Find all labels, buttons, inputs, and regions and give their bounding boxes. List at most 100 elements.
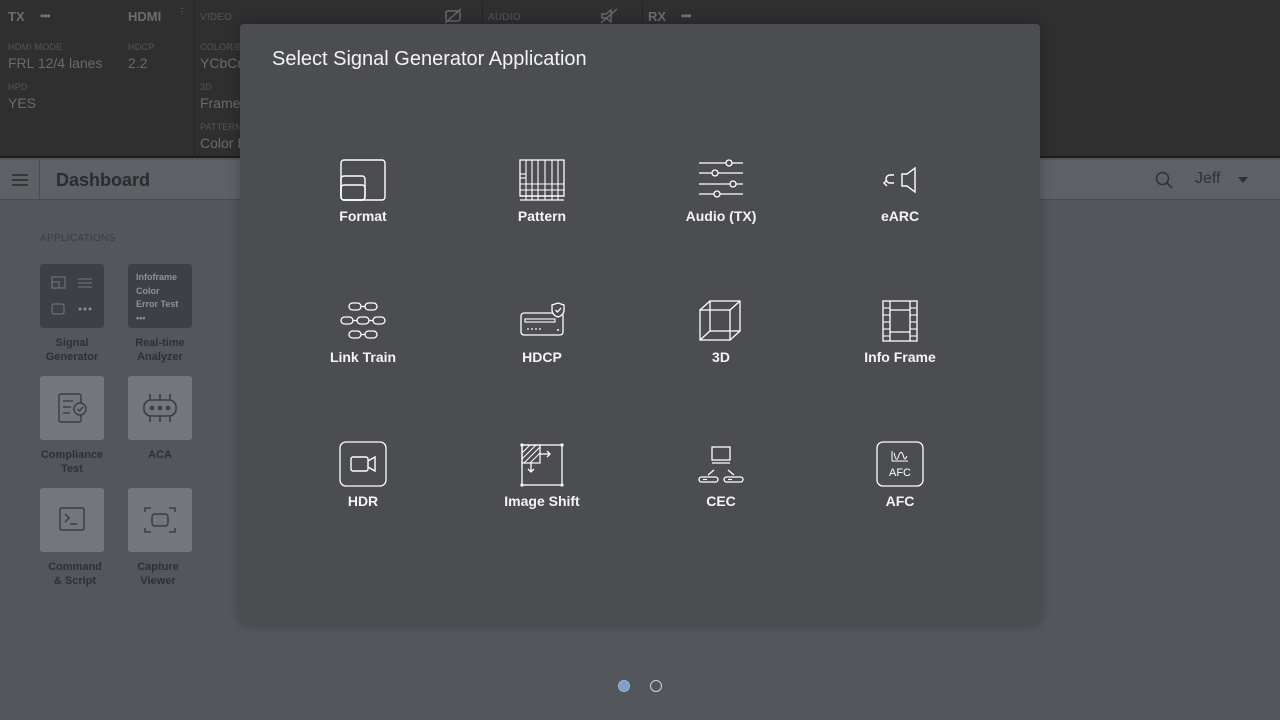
tx-title: TX <box>8 9 25 24</box>
app-label: Link Train <box>329 349 397 365</box>
video-off-icon[interactable] <box>444 8 462 24</box>
app-earc-button[interactable]: eARC <box>825 158 975 224</box>
afc-icon-text: AFC <box>889 467 911 479</box>
camera-icon <box>339 441 387 487</box>
rx-title: RX <box>648 9 667 24</box>
audio-mute-icon[interactable] <box>600 8 618 24</box>
video-title: VIDEO <box>200 12 233 23</box>
terminal-icon <box>59 507 85 531</box>
app-cec-button[interactable]: CEC <box>646 441 796 509</box>
app-pattern-button[interactable]: Pattern <box>467 158 617 224</box>
app-format-button[interactable]: Format <box>288 158 438 224</box>
tile-line: Color <box>136 285 160 296</box>
signal-generator-icon <box>51 276 92 315</box>
applications-section-label: APPLICATIONS <box>40 233 116 244</box>
hdcp-label: HDCP <box>128 42 155 52</box>
command-script-caption: Command & Script <box>30 560 120 588</box>
three-d-value: Frame <box>200 95 241 111</box>
hdcp-shield-icon <box>520 302 565 336</box>
command-script-tile[interactable] <box>40 488 104 552</box>
tile-caption-line: Capture <box>137 561 179 573</box>
tile-caption-line: Test <box>61 463 83 475</box>
app-label: CEC <box>706 493 736 509</box>
aca-caption: ACA <box>115 448 205 462</box>
realtime-analyzer-tile[interactable]: Infoframe Color Error Test ••• <box>128 264 192 328</box>
chevron-down-icon[interactable] <box>1238 177 1248 183</box>
image-shift-icon <box>520 443 564 487</box>
tile-caption-line: Generator <box>45 351 99 363</box>
tile-line: Infoframe <box>136 272 178 282</box>
app-label: Info Frame <box>864 349 936 365</box>
hamburger-icon <box>11 174 28 186</box>
format-icon <box>340 159 386 201</box>
tile-line: ••• <box>136 312 146 323</box>
audio-title: AUDIO <box>488 12 521 23</box>
capture-icon <box>144 507 176 533</box>
tile-caption-line: & Script <box>53 575 97 587</box>
compliance-test-tile[interactable] <box>40 376 104 440</box>
hamburger-menu-button[interactable] <box>0 160 40 200</box>
chip-icon <box>143 394 177 422</box>
audio-sliders-icon <box>699 159 743 198</box>
color-label: COLOR/B <box>200 42 242 52</box>
app-label: Format <box>339 208 387 224</box>
divider <box>194 0 195 158</box>
afc-icon: AFC <box>876 441 924 487</box>
hdmi-title: HDMI <box>128 9 162 24</box>
tile-caption-line: Analyzer <box>137 351 183 363</box>
tile-caption-line: Viewer <box>140 575 176 587</box>
app-image-shift-button[interactable]: Image Shift <box>467 441 617 509</box>
user-menu[interactable]: Jeff <box>1195 170 1221 188</box>
tile-line: Error Test <box>136 299 179 309</box>
cec-network-icon <box>698 446 744 483</box>
app-afc-button[interactable]: AFC AFC <box>825 441 975 509</box>
realtime-analyzer-caption: Real-time Analyzer <box>115 336 205 364</box>
search-icon[interactable] <box>1154 170 1174 190</box>
app-label: Image Shift <box>504 493 580 509</box>
app-link-train-button[interactable]: Link Train <box>288 299 438 365</box>
signal-generator-tile[interactable] <box>40 264 104 328</box>
earc-speaker-icon <box>883 166 916 194</box>
app-label: AFC <box>885 493 915 509</box>
color-value: YCbCr <box>200 55 243 71</box>
app-label: 3D <box>712 349 730 365</box>
tile-caption-line: ACA <box>148 449 172 461</box>
app-info-frame-button[interactable]: Info Frame <box>825 299 975 365</box>
app-label: HDCP <box>522 349 562 365</box>
tile-caption-line: Compliance <box>40 449 104 461</box>
capture-viewer-caption: Capture Viewer <box>113 560 203 588</box>
compliance-test-caption: Compliance Test <box>27 448 117 476</box>
hdmi-mode-value: FRL 12/4 lanes <box>8 55 103 71</box>
tx-more-button[interactable]: ••• <box>40 9 51 23</box>
rx-more-button[interactable]: ••• <box>681 9 692 23</box>
tile-caption-line: Real-time <box>135 337 185 349</box>
hdcp-value: 2.2 <box>128 55 148 71</box>
pattern-label: PATTERN <box>200 122 243 132</box>
hdmi-more-button[interactable]: ⋮ <box>178 8 186 16</box>
select-application-dialog: Select Signal Generator Application Form… <box>240 24 1040 624</box>
cube-icon <box>699 300 741 341</box>
app-label: HDR <box>347 493 379 509</box>
pattern-icon <box>519 159 565 201</box>
tile-caption-line: Command <box>48 561 102 573</box>
tile-preview-text: Infoframe Color Error Test ••• <box>136 271 178 325</box>
app-label: eARC <box>880 208 920 224</box>
hpd-label: HPD <box>8 82 28 92</box>
page-indicator-1[interactable] <box>618 680 630 692</box>
app-3d-button[interactable]: 3D <box>646 299 796 365</box>
aca-tile[interactable] <box>128 376 192 440</box>
signal-generator-caption: Signal Generator <box>27 336 117 364</box>
hpd-value: YES <box>8 95 37 111</box>
dialog-title: Select Signal Generator Application <box>272 48 587 70</box>
film-frame-icon <box>882 300 918 342</box>
tile-caption-line: Signal <box>55 337 89 349</box>
three-d-label: 3D <box>200 82 212 92</box>
app-hdcp-button[interactable]: HDCP <box>467 299 617 365</box>
app-audio-tx-button[interactable]: Audio (TX) <box>646 158 796 224</box>
page-indicator-2[interactable] <box>650 680 662 692</box>
hdmi-mode-label: HDMI MODE <box>8 42 63 52</box>
capture-viewer-tile[interactable] <box>128 488 192 552</box>
compliance-checklist-icon <box>58 393 87 423</box>
app-hdr-button[interactable]: HDR <box>288 441 438 509</box>
app-label: Audio (TX) <box>685 208 757 224</box>
